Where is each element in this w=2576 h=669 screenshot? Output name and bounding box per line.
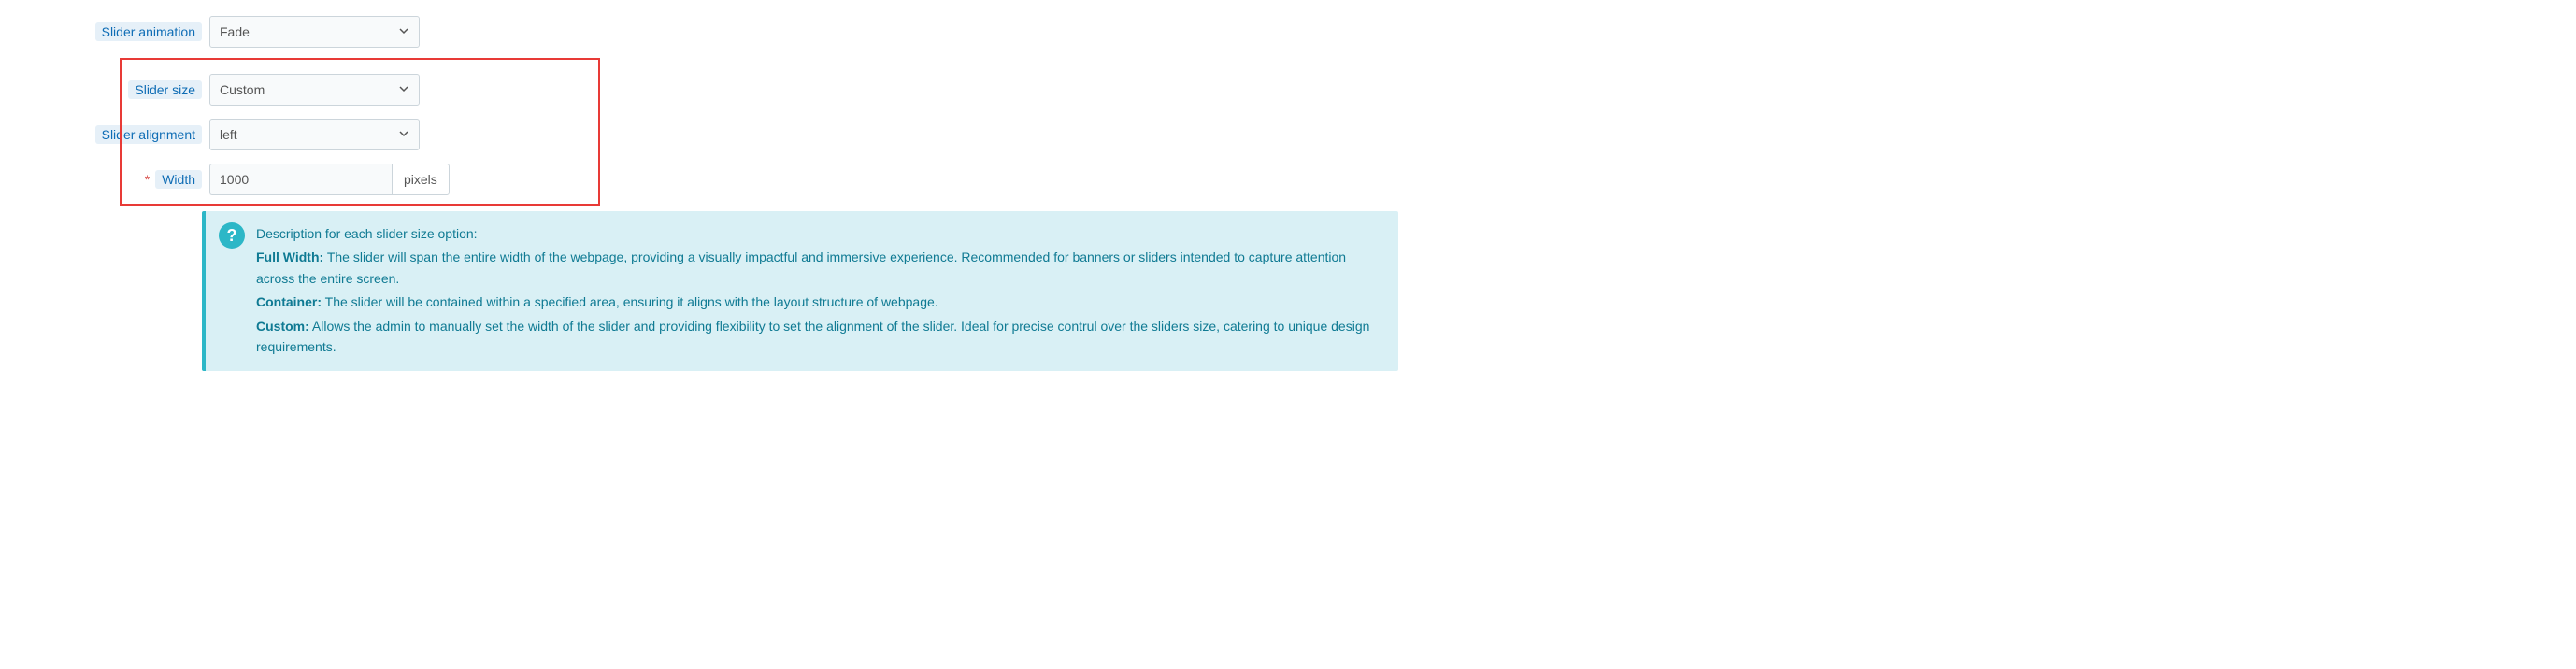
row-width: * Width pixels [0, 161, 1430, 198]
row-slider-alignment: Slider alignment left [0, 116, 1430, 153]
info-full-width-title: Full Width: [256, 249, 323, 264]
info-container-body: The slider will be contained within a sp… [322, 294, 938, 309]
select-slider-alignment[interactable]: left [209, 119, 420, 150]
row-slider-animation: Slider animation Fade [0, 13, 1430, 50]
row-slider-size: Slider size Custom [0, 71, 1430, 108]
info-full-width-body: The slider will span the entire width of… [256, 249, 1346, 285]
info-container: Container: The slider will be contained … [256, 292, 1383, 312]
info-custom-title: Custom: [256, 319, 309, 334]
info-slider-size-description: ? Description for each slider size optio… [202, 211, 1398, 371]
label-slider-animation: Slider animation [95, 22, 202, 41]
input-width-unit: pixels [392, 164, 450, 195]
label-slider-size: Slider size [128, 80, 202, 99]
input-width[interactable] [209, 164, 392, 195]
info-intro: Description for each slider size option: [256, 223, 1383, 244]
info-container-title: Container: [256, 294, 322, 309]
info-full-width: Full Width: The slider will span the ent… [256, 247, 1383, 289]
info-body: Description for each slider size option:… [256, 221, 1383, 360]
select-slider-animation[interactable]: Fade [209, 16, 420, 48]
select-slider-animation-value: Fade [220, 24, 250, 39]
chevron-down-icon [398, 127, 409, 142]
select-slider-size-value: Custom [220, 82, 265, 97]
info-custom-body: Allows the admin to manually set the wid… [256, 319, 1369, 354]
select-slider-size[interactable]: Custom [209, 74, 420, 106]
label-width: Width [155, 170, 202, 189]
chevron-down-icon [398, 24, 409, 39]
info-custom: Custom: Allows the admin to manually set… [256, 316, 1383, 358]
chevron-down-icon [398, 82, 409, 97]
select-slider-alignment-value: left [220, 127, 237, 142]
required-asterisk: * [145, 172, 150, 187]
help-icon: ? [219, 222, 245, 249]
label-slider-alignment: Slider alignment [95, 125, 202, 144]
